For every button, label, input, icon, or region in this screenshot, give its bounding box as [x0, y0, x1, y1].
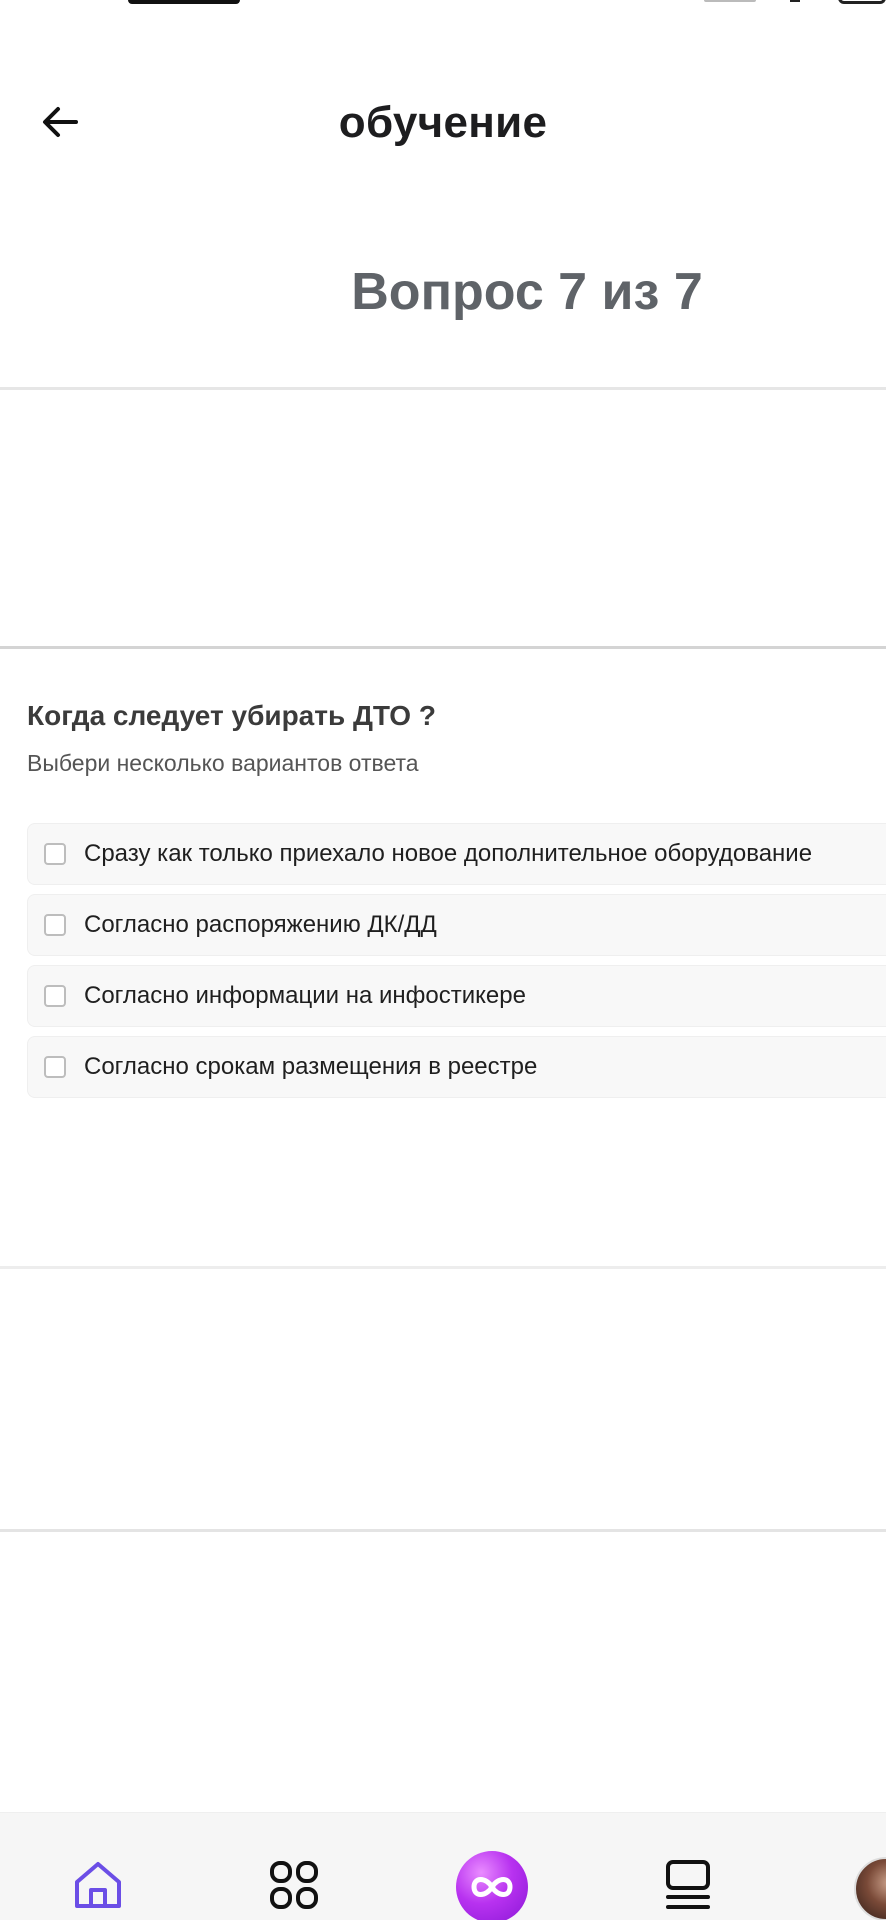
answer-option-label: Сразу как только приехало новое дополнит…	[84, 840, 813, 867]
home-icon	[75, 1862, 121, 1908]
question-block: Когда следует убирать ДТО ? Выбери неско…	[27, 700, 886, 777]
status-bar	[0, 0, 886, 12]
divider	[0, 387, 886, 390]
tab-home[interactable]	[68, 1855, 128, 1915]
tab-catalog[interactable]	[264, 1855, 324, 1915]
question-hint: Выбери несколько вариантов ответа	[27, 750, 419, 776]
answer-option-label: Согласно информации на инфостикере	[84, 982, 526, 1009]
wifi-icon	[790, 0, 800, 2]
divider	[0, 646, 886, 649]
status-time	[128, 0, 240, 4]
feed-icon	[666, 1860, 710, 1909]
battery-icon	[838, 0, 886, 4]
answer-option[interactable]: Согласно информации на инфостикере	[27, 965, 886, 1027]
bottom-tab-bar	[0, 1812, 886, 1920]
checkbox[interactable]	[44, 985, 66, 1007]
divider	[0, 1529, 886, 1532]
divider	[0, 1266, 886, 1269]
question-text: Когда следует убирать ДТО ?	[27, 700, 436, 731]
checkbox[interactable]	[44, 914, 66, 936]
avatar[interactable]	[854, 1857, 886, 1920]
answer-option[interactable]: Согласно срокам размещения в реестре	[27, 1036, 886, 1098]
answer-options: Сразу как только приехало новое дополнит…	[27, 823, 886, 1107]
tab-center-action[interactable]	[456, 1851, 528, 1920]
app-header: обучение	[0, 70, 886, 174]
question-counter: Вопрос 7 из 7	[351, 263, 703, 321]
answer-option[interactable]: Согласно распоряжению ДК/ДД	[27, 894, 886, 956]
grid-icon	[270, 1861, 318, 1909]
signal-icon	[704, 0, 756, 2]
answer-option[interactable]: Сразу как только приехало новое дополнит…	[27, 823, 886, 885]
checkbox[interactable]	[44, 1056, 66, 1078]
answer-option-label: Согласно распоряжению ДК/ДД	[84, 911, 437, 938]
answer-option-label: Согласно срокам размещения в реестре	[84, 1053, 538, 1080]
infinity-icon	[471, 1877, 513, 1897]
tab-feed[interactable]	[658, 1855, 718, 1915]
checkbox[interactable]	[44, 843, 66, 865]
page-title: обучение	[338, 98, 548, 147]
